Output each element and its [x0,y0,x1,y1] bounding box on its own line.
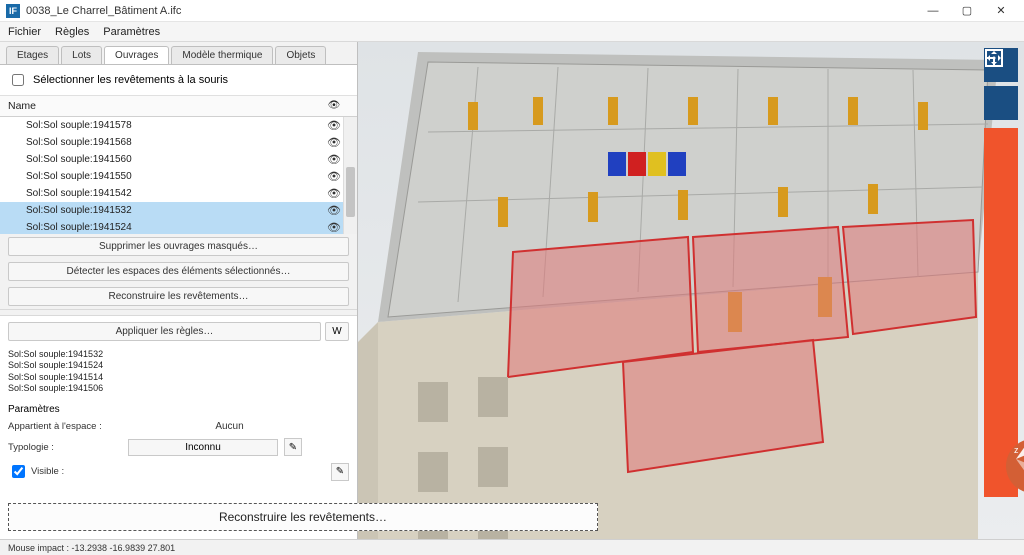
typology-dropdown[interactable]: Inconnu [128,439,278,456]
typology-edit-button[interactable]: ✎ [284,438,302,456]
mouse-select-row: Sélectionner les revêtements à la souris [0,65,357,96]
list-row[interactable]: Sol:Sol souple:1941568👁 [0,134,357,151]
list-row[interactable]: Sol:Sol souple:1941524👁 [0,219,357,234]
list-header-name[interactable]: Name [8,100,319,112]
list-row-name: Sol:Sol souple:1941568 [26,137,319,148]
belongs-value: Aucun [128,421,331,432]
tab-objets[interactable]: Objets [275,46,326,64]
selection-list-item: Sol:Sol souple:1941524 [8,360,349,371]
parameters-heading: Paramètres [8,404,349,415]
svg-text:z: z [1014,445,1019,455]
belongs-label: Appartient à l'espace : [8,421,128,432]
selection-list: Sol:Sol souple:1941532Sol:Sol souple:194… [0,347,357,400]
list-row[interactable]: Sol:Sol souple:1941550👁 [0,168,357,185]
status-bar: Mouse impact : -13.2938 -16.9839 27.801 [0,539,1024,555]
maximize-button[interactable]: ▢ [950,0,984,22]
list-header: Name 👁 [0,96,357,117]
list-row-name: Sol:Sol souple:1941560 [26,154,319,165]
menu-parametres[interactable]: Paramètres [103,26,160,38]
selection-list-item: Sol:Sol souple:1941532 [8,349,349,360]
mouse-select-checkbox[interactable] [12,74,24,86]
list-header-visibility[interactable]: 👁 [319,100,349,112]
visible-edit-button[interactable]: ✎ [331,463,349,481]
3d-viewport[interactable]: z [358,42,1024,539]
tab-lots[interactable]: Lots [61,46,102,64]
ouvrages-list[interactable]: Sol:Sol souple:1941578👁Sol:Sol souple:19… [0,117,357,234]
rules-w-button[interactable]: W [325,322,349,341]
left-panel: Etages Lots Ouvrages Modèle thermique Ob… [0,42,358,539]
tab-modele-thermique[interactable]: Modèle thermique [171,46,273,64]
titlebar: IF 0038_Le Charrel_Bâtiment A.ifc — ▢ ✕ [0,0,1024,22]
minimize-button[interactable]: — [916,0,950,22]
list-row-name: Sol:Sol souple:1941532 [26,205,319,216]
list-row-name: Sol:Sol souple:1941550 [26,171,319,182]
list-row-name: Sol:Sol souple:1941524 [26,222,319,233]
typology-label: Typologie : [8,442,128,453]
scrollbar-thumb[interactable] [346,167,355,217]
tab-ouvrages[interactable]: Ouvrages [104,46,169,64]
tabstrip: Etages Lots Ouvrages Modèle thermique Ob… [0,42,357,65]
selection-list-item: Sol:Sol souple:1941514 [8,372,349,383]
selection-list-item: Sol:Sol souple:1941506 [8,383,349,394]
compass-icon: z [1006,439,1024,479]
viewport-toolbar [984,48,1018,120]
list-scrollbar[interactable] [343,117,357,234]
fit-view-button[interactable] [984,86,1018,120]
list-row[interactable]: Sol:Sol souple:1941532👁 [0,202,357,219]
panel-divider[interactable] [0,309,357,316]
detect-spaces-button[interactable]: Détecter les espaces des éléments sélect… [8,262,349,281]
menu-regles[interactable]: Règles [55,26,89,38]
delete-masked-button[interactable]: Supprimer les ouvrages masqués… [8,237,349,256]
list-row[interactable]: Sol:Sol souple:1941578👁 [0,117,357,134]
window-title: 0038_Le Charrel_Bâtiment A.ifc [26,5,916,17]
rebuild-coverings-big-button[interactable]: Reconstruire les revêtements… [8,503,598,531]
list-row[interactable]: Sol:Sol souple:1941542👁 [0,185,357,202]
menubar: Fichier Règles Paramètres [0,22,1024,42]
app-icon: IF [6,4,20,18]
visible-checkbox[interactable] [12,465,25,478]
status-text: Mouse impact : -13.2938 -16.9839 27.801 [8,543,175,553]
menu-fichier[interactable]: Fichier [8,26,41,38]
visible-label: Visible : [31,466,64,477]
list-row[interactable]: Sol:Sol souple:1941560👁 [0,151,357,168]
list-row-name: Sol:Sol souple:1941578 [26,120,319,131]
close-button[interactable]: ✕ [984,0,1018,22]
mouse-select-label: Sélectionner les revêtements à la souris [33,74,228,86]
rebuild-coverings-button[interactable]: Reconstruire les revêtements… [8,287,349,306]
tab-etages[interactable]: Etages [6,46,59,64]
apply-rules-button[interactable]: Appliquer les règles… [8,322,321,341]
fit-view-icon [984,48,1004,68]
list-row-name: Sol:Sol souple:1941542 [26,188,319,199]
parameters-panel: Paramètres Appartient à l'espace : Aucun… [0,400,357,497]
